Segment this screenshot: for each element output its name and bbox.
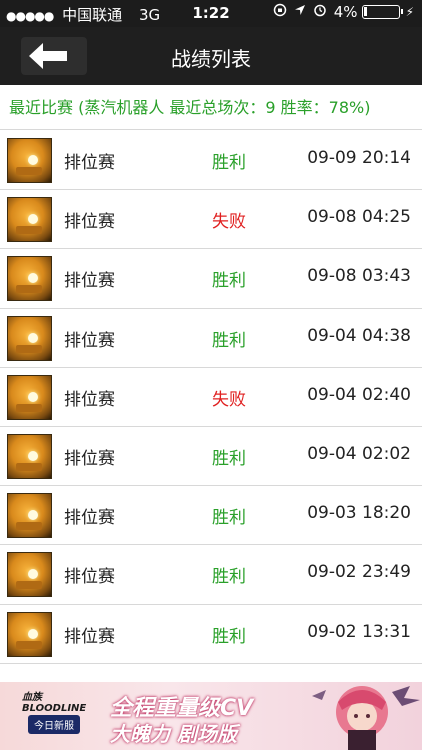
hero-avatar: [7, 611, 52, 657]
match-row[interactable]: 排位赛 失败 09-04 02:40: [0, 368, 422, 427]
battery-percent: 4%: [333, 3, 358, 21]
match-result: 胜利: [212, 153, 246, 173]
match-row[interactable]: 排位赛 胜利 09-09 20:14: [0, 131, 422, 191]
hero-avatar: [7, 138, 52, 183]
match-time: 09-03 18:20: [307, 503, 411, 524]
alarm-clock-icon: [313, 3, 327, 21]
match-time: 09-08 03:43: [307, 266, 411, 287]
hero-avatar: [7, 374, 52, 420]
navigation-bar: 战绩列表: [0, 27, 422, 85]
match-result: 胜利: [212, 567, 246, 588]
match-row[interactable]: 排位赛 胜利 09-04 02:02: [0, 427, 422, 487]
match-mode: 排位赛: [64, 153, 115, 173]
match-mode: 排位赛: [64, 508, 115, 529]
match-time: 09-02 13:31: [307, 621, 411, 642]
match-result: 失败: [212, 212, 246, 233]
match-result: 胜利: [212, 448, 246, 469]
match-time: 09-04 02:40: [307, 384, 411, 405]
match-mode: 排位赛: [64, 330, 115, 351]
match-result: 胜利: [212, 508, 246, 529]
match-time: 09-09 20:14: [307, 148, 411, 168]
match-time: 09-08 04:25: [307, 207, 411, 228]
hero-avatar: [7, 433, 52, 479]
hero-avatar: [7, 493, 52, 539]
match-row[interactable]: 排位赛 失败 09-08 04:25: [0, 190, 422, 250]
hero-avatar: [7, 552, 52, 598]
hero-avatar: [7, 315, 52, 361]
status-bar-right: 4% ⚡: [273, 3, 414, 21]
page-title: 战绩列表: [171, 47, 251, 71]
rotation-lock-icon: [273, 3, 287, 21]
match-mode: 排位赛: [64, 448, 115, 469]
match-result: 胜利: [212, 330, 246, 351]
banner-subheadline: 大魄力 剧场版: [110, 722, 237, 746]
charging-bolt-icon: ⚡: [405, 5, 414, 19]
hero-avatar: [7, 256, 52, 302]
match-row[interactable]: 排位赛 胜利 09-02 23:49: [0, 545, 422, 605]
match-result: 胜利: [212, 271, 246, 292]
match-mode: 排位赛: [64, 271, 115, 292]
ad-banner[interactable]: 血族 BLOODLINE 今日新服 全程重量级CV 大魄力 剧场版: [0, 682, 422, 750]
match-result: 失败: [212, 389, 246, 410]
match-result: 胜利: [212, 626, 246, 647]
match-list: 排位赛 胜利 09-09 20:14 排位赛 失败 09-08 04:25 排位…: [0, 131, 422, 664]
match-mode: 排位赛: [64, 626, 115, 647]
recent-matches-summary: 最近比赛 (蒸汽机器人 最近总场次：9 胜率：78%): [0, 85, 422, 130]
banner-logo: 血族 BLOODLINE: [22, 692, 87, 714]
match-time: 09-02 23:49: [307, 562, 411, 583]
hero-avatar: [7, 197, 52, 243]
location-arrow-icon: [294, 4, 306, 20]
banner-tag: 今日新服: [28, 715, 80, 734]
match-row[interactable]: 排位赛 胜利 09-03 18:20: [0, 486, 422, 546]
anime-character-illustration: [312, 686, 420, 750]
match-mode: 排位赛: [64, 212, 115, 233]
match-mode: 排位赛: [64, 567, 115, 588]
battery-icon: [361, 5, 403, 19]
status-bar: ●●●●● 中国联通 3G 1:22 4% ⚡: [0, 0, 422, 27]
match-mode: 排位赛: [64, 389, 115, 410]
match-time: 09-04 02:02: [307, 443, 411, 464]
match-time: 09-04 04:38: [307, 325, 411, 346]
match-row[interactable]: 排位赛 胜利 09-04 04:38: [0, 309, 422, 368]
match-row[interactable]: 排位赛 胜利 09-02 13:31: [0, 605, 422, 664]
match-row[interactable]: 排位赛 胜利 09-08 03:43: [0, 249, 422, 309]
